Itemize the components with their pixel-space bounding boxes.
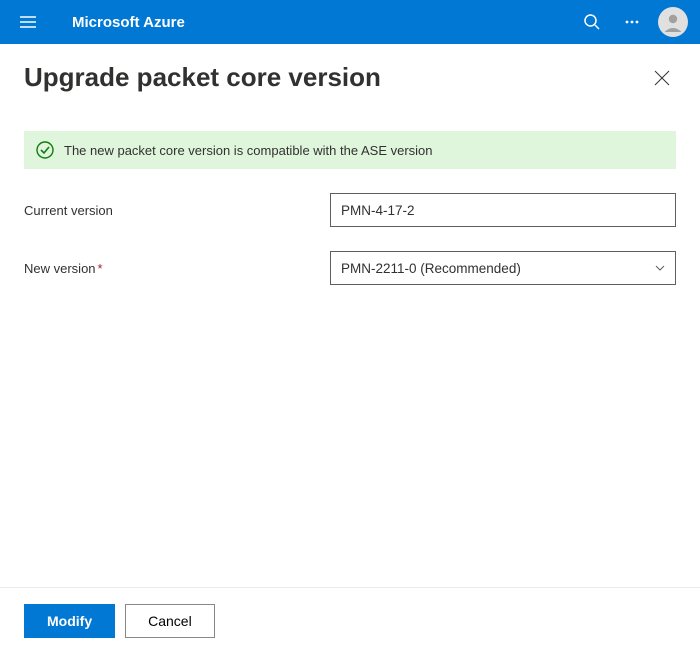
brand-label: Microsoft Azure: [72, 14, 185, 31]
footer: Modify Cancel: [0, 587, 700, 654]
new-version-label: New version*: [24, 261, 330, 276]
user-icon: [660, 9, 686, 35]
page-body: Upgrade packet core version The new pack…: [0, 44, 700, 587]
close-button[interactable]: [648, 64, 676, 92]
status-banner: The new packet core version is compatibl…: [24, 131, 676, 169]
new-version-row: New version* PMN-2211-0 (Recommended): [24, 251, 676, 285]
more-button[interactable]: [612, 2, 652, 42]
modify-button[interactable]: Modify: [24, 604, 115, 638]
hamburger-icon: [19, 13, 37, 31]
ellipsis-icon: [623, 13, 641, 31]
new-version-label-text: New version: [24, 261, 96, 276]
page-header: Upgrade packet core version: [24, 44, 676, 131]
current-version-row: Current version: [24, 193, 676, 227]
cancel-button[interactable]: Cancel: [125, 604, 215, 638]
status-message: The new packet core version is compatibl…: [64, 143, 433, 158]
avatar[interactable]: [658, 7, 688, 37]
new-version-value: PMN-2211-0 (Recommended): [341, 261, 521, 276]
page-title: Upgrade packet core version: [24, 62, 381, 93]
search-button[interactable]: [572, 2, 612, 42]
menu-button[interactable]: [12, 6, 44, 38]
current-version-input[interactable]: [330, 193, 676, 227]
required-indicator: *: [98, 261, 103, 276]
search-icon: [583, 13, 601, 31]
success-icon: [36, 141, 54, 159]
close-icon: [654, 70, 670, 86]
topbar: Microsoft Azure: [0, 0, 700, 44]
current-version-label: Current version: [24, 203, 330, 218]
new-version-select[interactable]: PMN-2211-0 (Recommended): [330, 251, 676, 285]
